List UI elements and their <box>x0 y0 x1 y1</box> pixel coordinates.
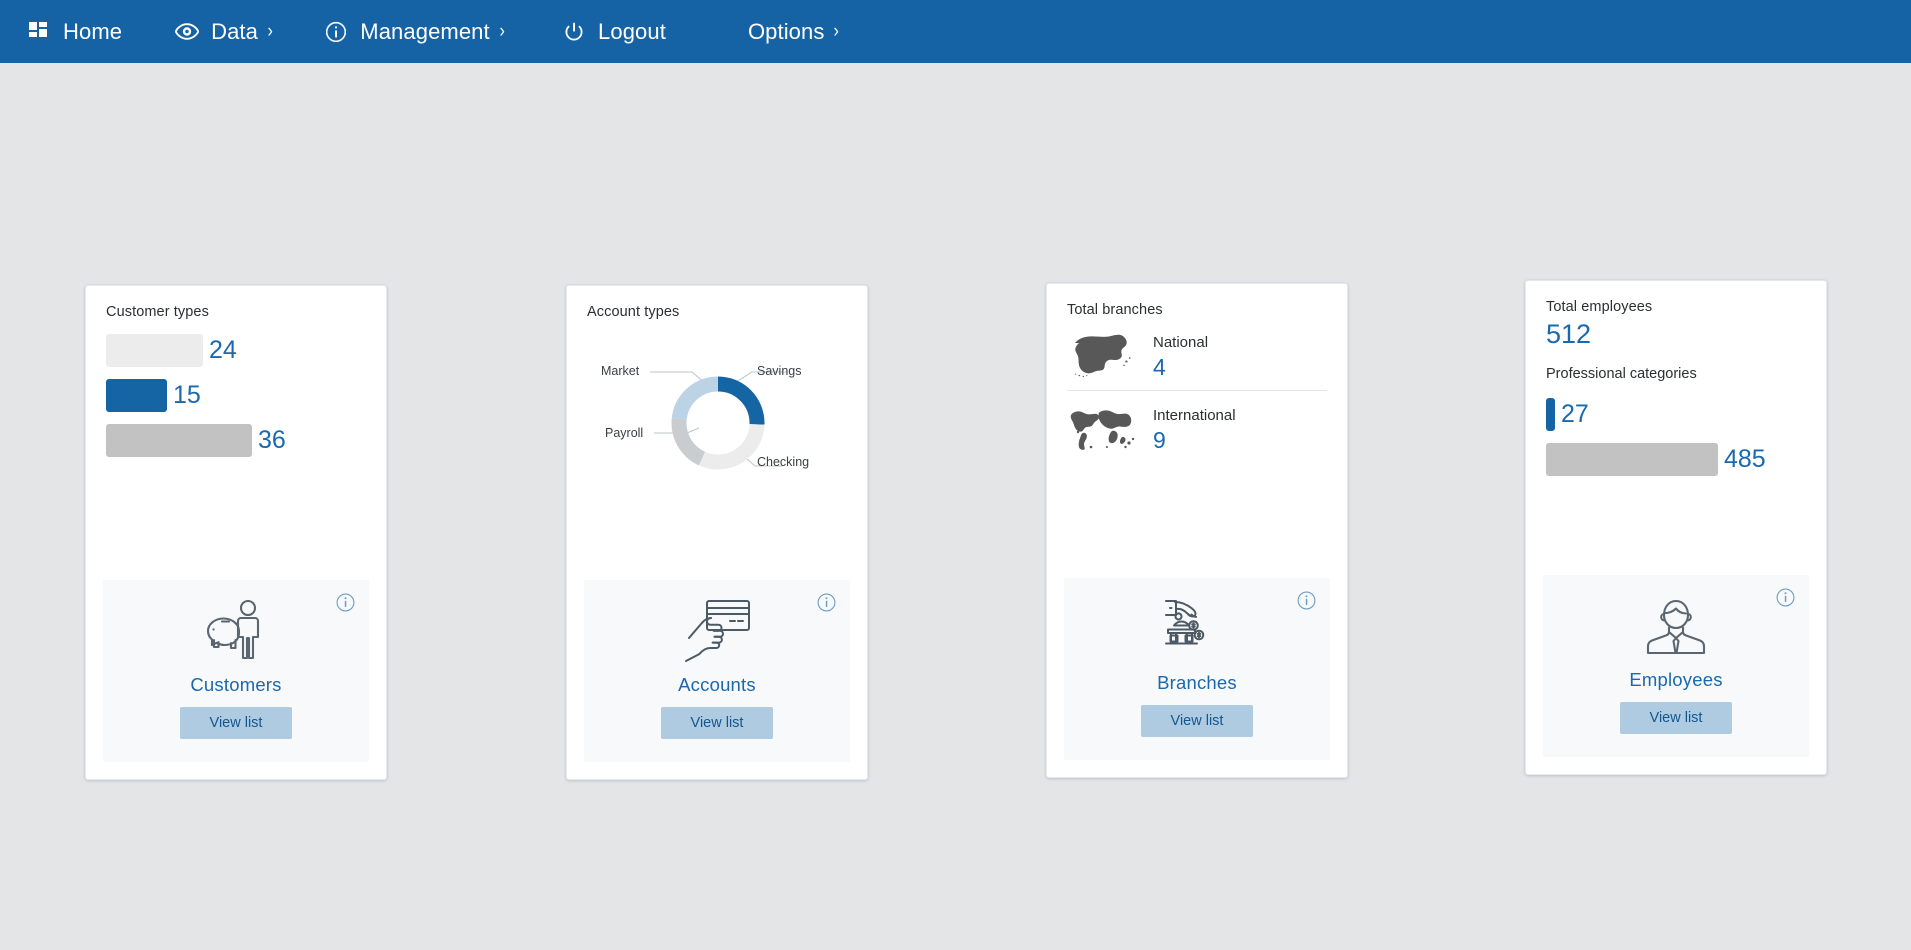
card-branches-body: Total branches National 4 International … <box>1047 284 1347 578</box>
chevron-right-icon: › <box>833 21 840 42</box>
branches-international-texts: International 9 <box>1153 407 1236 452</box>
piggy-bank-person-icon <box>200 598 272 664</box>
branches-national-texts: National 4 <box>1153 334 1208 379</box>
bar-row: 24 <box>106 334 366 367</box>
bar-segment <box>106 379 167 412</box>
nav-item-options-label: Options <box>747 18 825 44</box>
branches-row-international: International 9 <box>1067 390 1327 463</box>
branches-row-value: 4 <box>1153 353 1166 380</box>
card-customers: Customer types 24 15 36 Customers View l… <box>85 285 387 780</box>
card-accounts-body: Account types Market Savings Payroll Che… <box>567 286 867 580</box>
donut-label-savings: Savings <box>757 364 802 378</box>
bar-row: 485 <box>1546 443 1806 476</box>
nav-item-logout-label: Logout <box>598 18 666 44</box>
eye-icon <box>174 19 200 45</box>
chevron-right-icon: › <box>499 21 505 42</box>
bar-segment <box>1546 398 1555 431</box>
card-customers-body: Customer types 24 15 36 <box>86 286 386 580</box>
spain-map-icon <box>1067 330 1139 382</box>
card-accounts-footer: Accounts View list <box>584 580 850 762</box>
info-icon[interactable] <box>1297 591 1316 610</box>
hand-credit-card-icon <box>681 598 753 664</box>
world-map-icon <box>1067 403 1139 455</box>
bar-value: 27 <box>1561 400 1589 428</box>
bar-segment <box>106 424 252 457</box>
nav-item-options[interactable]: Options › <box>748 0 840 63</box>
nav-item-home-label: Home <box>63 18 123 44</box>
bar-segment <box>1546 443 1718 476</box>
bar-row: 27 <box>1546 398 1806 431</box>
card-employees: Total employees 512 Professional categor… <box>1525 280 1827 775</box>
view-list-button[interactable]: View list <box>1140 705 1254 737</box>
view-list-button[interactable]: View list <box>179 707 293 739</box>
info-circle-icon <box>323 19 349 45</box>
professional-categories-bar-chart: 27 485 <box>1546 398 1806 476</box>
card-title: Total employees <box>1546 299 1653 315</box>
card-branches-footer: Branches View list <box>1064 578 1330 760</box>
bar-row: 36 <box>106 424 366 457</box>
card-footer-title: Branches <box>1157 672 1237 693</box>
card-footer-title: Accounts <box>678 674 756 695</box>
card-title: Customer types <box>106 304 209 320</box>
total-employees-value: 512 <box>1546 319 1592 349</box>
card-title: Account types <box>587 304 680 320</box>
info-icon[interactable] <box>336 593 355 612</box>
nav-item-management-label: Management <box>360 18 490 44</box>
info-icon[interactable] <box>1776 588 1795 607</box>
card-footer-title: Employees <box>1629 669 1723 690</box>
bar-segment <box>106 334 203 367</box>
view-list-button[interactable]: View list <box>1619 702 1733 734</box>
donut-label-checking: Checking <box>757 455 810 469</box>
businessperson-icon <box>1640 593 1712 659</box>
card-employees-footer: Employees View list <box>1543 575 1809 757</box>
donut-label-market: Market <box>601 364 640 378</box>
card-accounts: Account types Market Savings Payroll Che… <box>566 285 868 780</box>
card-title: Total branches <box>1067 302 1163 318</box>
nav-item-data-label: Data <box>211 18 258 44</box>
branches-row-national: National 4 <box>1067 324 1327 390</box>
card-branches: Total branches National 4 International … <box>1046 283 1348 778</box>
bar-value: 15 <box>173 381 201 409</box>
customer-types-bar-chart: 24 15 36 <box>106 334 366 457</box>
bar-value: 485 <box>1724 445 1766 473</box>
bar-row: 15 <box>106 379 366 412</box>
top-navigation-bar: Home Data › Management › Logout Options … <box>0 0 1911 63</box>
chevron-right-icon: › <box>267 21 273 42</box>
view-list-button[interactable]: View list <box>660 707 774 739</box>
branches-row-value: 9 <box>1153 426 1166 453</box>
bar-value: 24 <box>209 336 237 364</box>
account-types-donut-chart: Market Savings Payroll Checking <box>587 338 849 513</box>
bank-hand-coins-icon <box>1161 596 1233 662</box>
card-employees-body: Total employees 512 Professional categor… <box>1526 281 1826 575</box>
branches-row-label: National <box>1153 333 1209 351</box>
nav-item-data[interactable]: Data › <box>174 0 273 63</box>
card-footer-title: Customers <box>190 674 282 695</box>
nav-item-home[interactable]: Home <box>26 0 122 63</box>
card-customers-footer: Customers View list <box>103 580 369 762</box>
professional-categories-label: Professional categories <box>1546 366 1697 382</box>
bar-value: 36 <box>258 426 286 454</box>
branches-row-label: International <box>1153 406 1236 424</box>
info-icon[interactable] <box>817 593 836 612</box>
donut-label-payroll: Payroll <box>605 426 644 440</box>
nav-item-logout[interactable]: Logout <box>561 0 666 63</box>
power-icon <box>561 19 587 45</box>
grid-dashboard-icon <box>26 19 52 45</box>
nav-item-management[interactable]: Management › <box>323 0 505 63</box>
